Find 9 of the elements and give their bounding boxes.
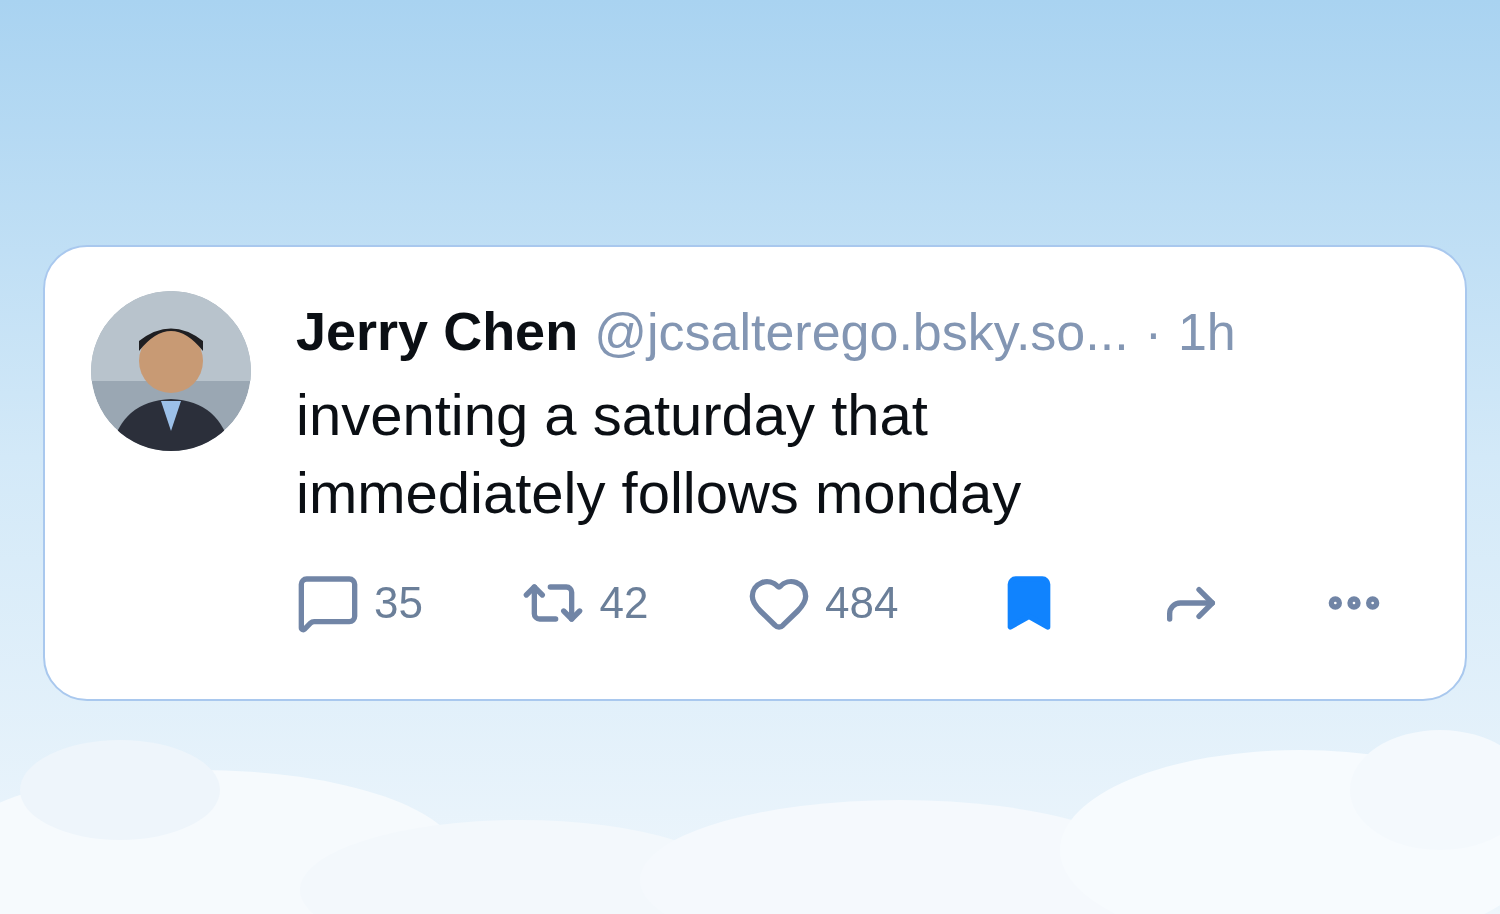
author-handle[interactable]: @jcsalterego.bsky.so... <box>594 293 1129 371</box>
avatar[interactable] <box>91 291 251 451</box>
post-text: inventing a saturday that immediately follows monday <box>296 381 1023 527</box>
action-count: 42 <box>599 577 649 629</box>
action-count: 35 <box>374 577 423 629</box>
post-time[interactable]: 1h <box>1177 293 1236 371</box>
action-count: 484 <box>824 577 899 629</box>
author-name[interactable]: Jerry Chen <box>296 291 579 372</box>
separator-dot: · <box>1144 302 1162 363</box>
